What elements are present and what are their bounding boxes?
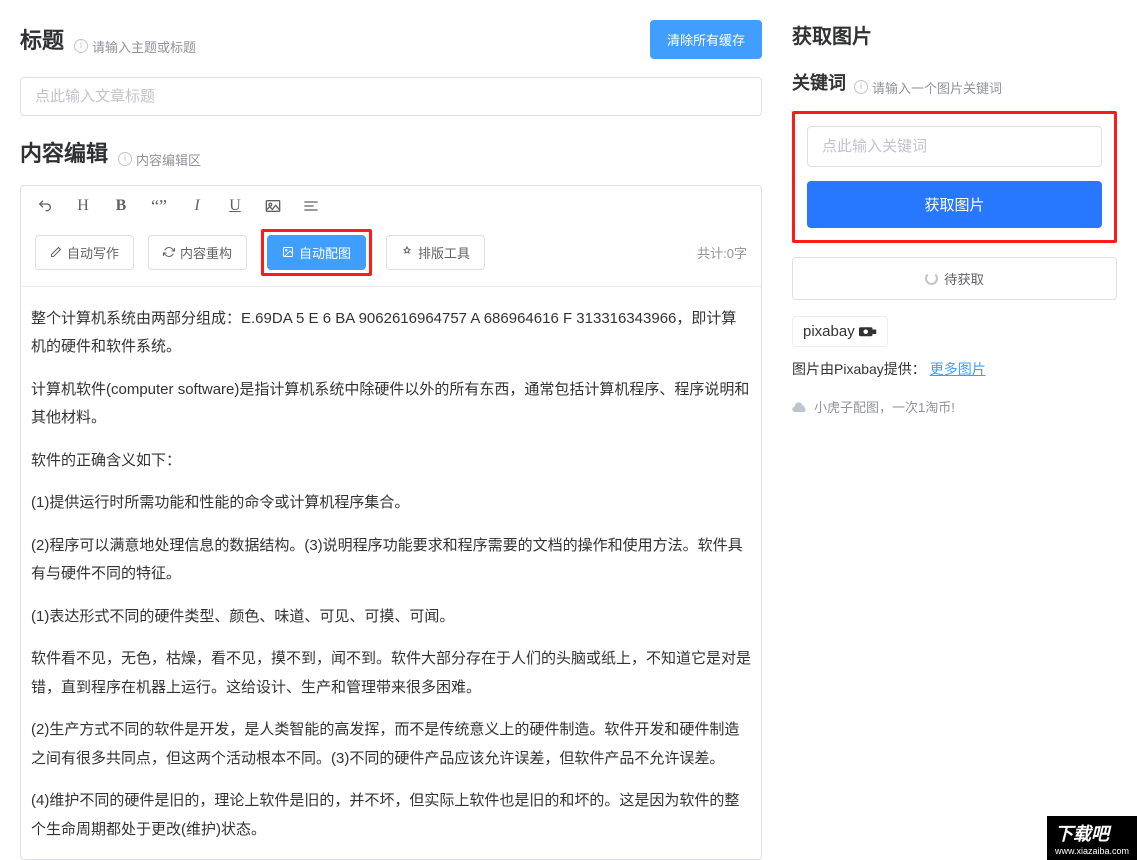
info-icon: i bbox=[854, 80, 868, 94]
spinner-icon bbox=[925, 272, 938, 285]
paragraph: (4)维护不同的硬件是旧的，理论上软件是旧的，并不坏，但实际上软件也是旧的和坏的… bbox=[31, 787, 751, 844]
image-credit: 图片由Pixabay提供： 更多图片 bbox=[792, 359, 1117, 379]
word-count: 共计:0字 bbox=[697, 243, 747, 262]
title-hint: i 请输入主题或标题 bbox=[74, 37, 196, 56]
keyword-block: 获取图片 bbox=[792, 111, 1117, 243]
info-icon: i bbox=[118, 152, 132, 166]
paragraph: 整个计算机系统由两部分组成：E.69DA 5 E 6 BA 9062616964… bbox=[31, 305, 751, 362]
paragraph: 计算机软件(computer software)是指计算机系统中除硬件以外的所有… bbox=[31, 376, 751, 433]
paragraph: (1)提供运行时所需功能和性能的命令或计算机程序集合。 bbox=[31, 489, 751, 518]
title-input[interactable] bbox=[20, 77, 762, 116]
restructure-button[interactable]: 内容重构 bbox=[148, 235, 247, 270]
layout-tool-button[interactable]: 排版工具 bbox=[386, 235, 485, 270]
clear-cache-button[interactable]: 清除所有缓存 bbox=[650, 20, 762, 59]
italic-icon[interactable]: I bbox=[187, 197, 207, 215]
get-image-title: 获取图片 bbox=[792, 20, 1117, 49]
cloud-icon bbox=[792, 400, 808, 412]
sidebar: 获取图片 关键词 i 请输入一个图片关键词 获取图片 待获取 pixabay 图… bbox=[782, 0, 1137, 860]
pencil-icon bbox=[50, 246, 62, 258]
layout-icon bbox=[401, 246, 413, 258]
get-image-button[interactable]: 获取图片 bbox=[807, 181, 1102, 228]
image-icon bbox=[282, 246, 294, 258]
more-images-link[interactable]: 更多图片 bbox=[930, 361, 986, 377]
camera-icon bbox=[859, 325, 877, 337]
keyword-input[interactable] bbox=[807, 126, 1102, 167]
auto-write-button[interactable]: 自动写作 bbox=[35, 235, 134, 270]
underline-icon[interactable]: U bbox=[225, 197, 245, 215]
auto-image-button[interactable]: 自动配图 bbox=[267, 235, 366, 270]
watermark: 下载吧 www.xiazaiba.com bbox=[1047, 814, 1137, 860]
paragraph: 软件的正确含义如下： bbox=[31, 447, 751, 476]
refresh-icon bbox=[163, 246, 175, 258]
content-heading: 内容编辑 bbox=[20, 136, 108, 168]
pending-button[interactable]: 待获取 bbox=[792, 257, 1117, 300]
undo-icon[interactable] bbox=[35, 198, 55, 214]
editor-content[interactable]: 整个计算机系统由两部分组成：E.69DA 5 E 6 BA 9062616964… bbox=[21, 287, 761, 860]
info-icon: i bbox=[74, 39, 88, 53]
footer-note: 小虎子配图，一次1淘币! bbox=[792, 397, 1117, 416]
bold-icon[interactable]: B bbox=[111, 197, 131, 215]
editor-box: H B “” I U 自动写作 bbox=[20, 185, 762, 860]
title-heading: 标题 bbox=[20, 23, 64, 55]
content-hint: i 内容编辑区 bbox=[118, 150, 201, 169]
paragraph: (2)程序可以满意地处理信息的数据结构。(3)说明程序功能要求和程序需要的文档的… bbox=[31, 532, 751, 589]
paragraph: 软件看不见，无色，枯燥，看不见，摸不到，闻不到。软件大部分存在于人们的头脑或纸上… bbox=[31, 645, 751, 702]
pixabay-badge: pixabay bbox=[792, 316, 888, 347]
paragraph: (2)生产方式不同的软件是开发，是人类智能的高发挥，而不是传统意义上的硬件制造。… bbox=[31, 716, 751, 773]
main-column: 标题 i 请输入主题或标题 清除所有缓存 内容编辑 i 内容编辑区 H B bbox=[0, 0, 782, 860]
title-header-row: 标题 i 请输入主题或标题 清除所有缓存 bbox=[20, 20, 762, 59]
heading-icon[interactable]: H bbox=[73, 197, 93, 215]
keyword-hint: i 请输入一个图片关键词 bbox=[854, 78, 1002, 97]
editor-toolbar: H B “” I U 自动写作 bbox=[21, 186, 761, 287]
keyword-label: 关键词 bbox=[792, 69, 846, 95]
paragraph: (1)表达形式不同的硬件类型、颜色、味道、可见、可摸、可闻。 bbox=[31, 603, 751, 632]
quote-icon[interactable]: “” bbox=[149, 196, 169, 217]
align-icon[interactable] bbox=[301, 199, 321, 213]
image-icon[interactable] bbox=[263, 199, 283, 213]
